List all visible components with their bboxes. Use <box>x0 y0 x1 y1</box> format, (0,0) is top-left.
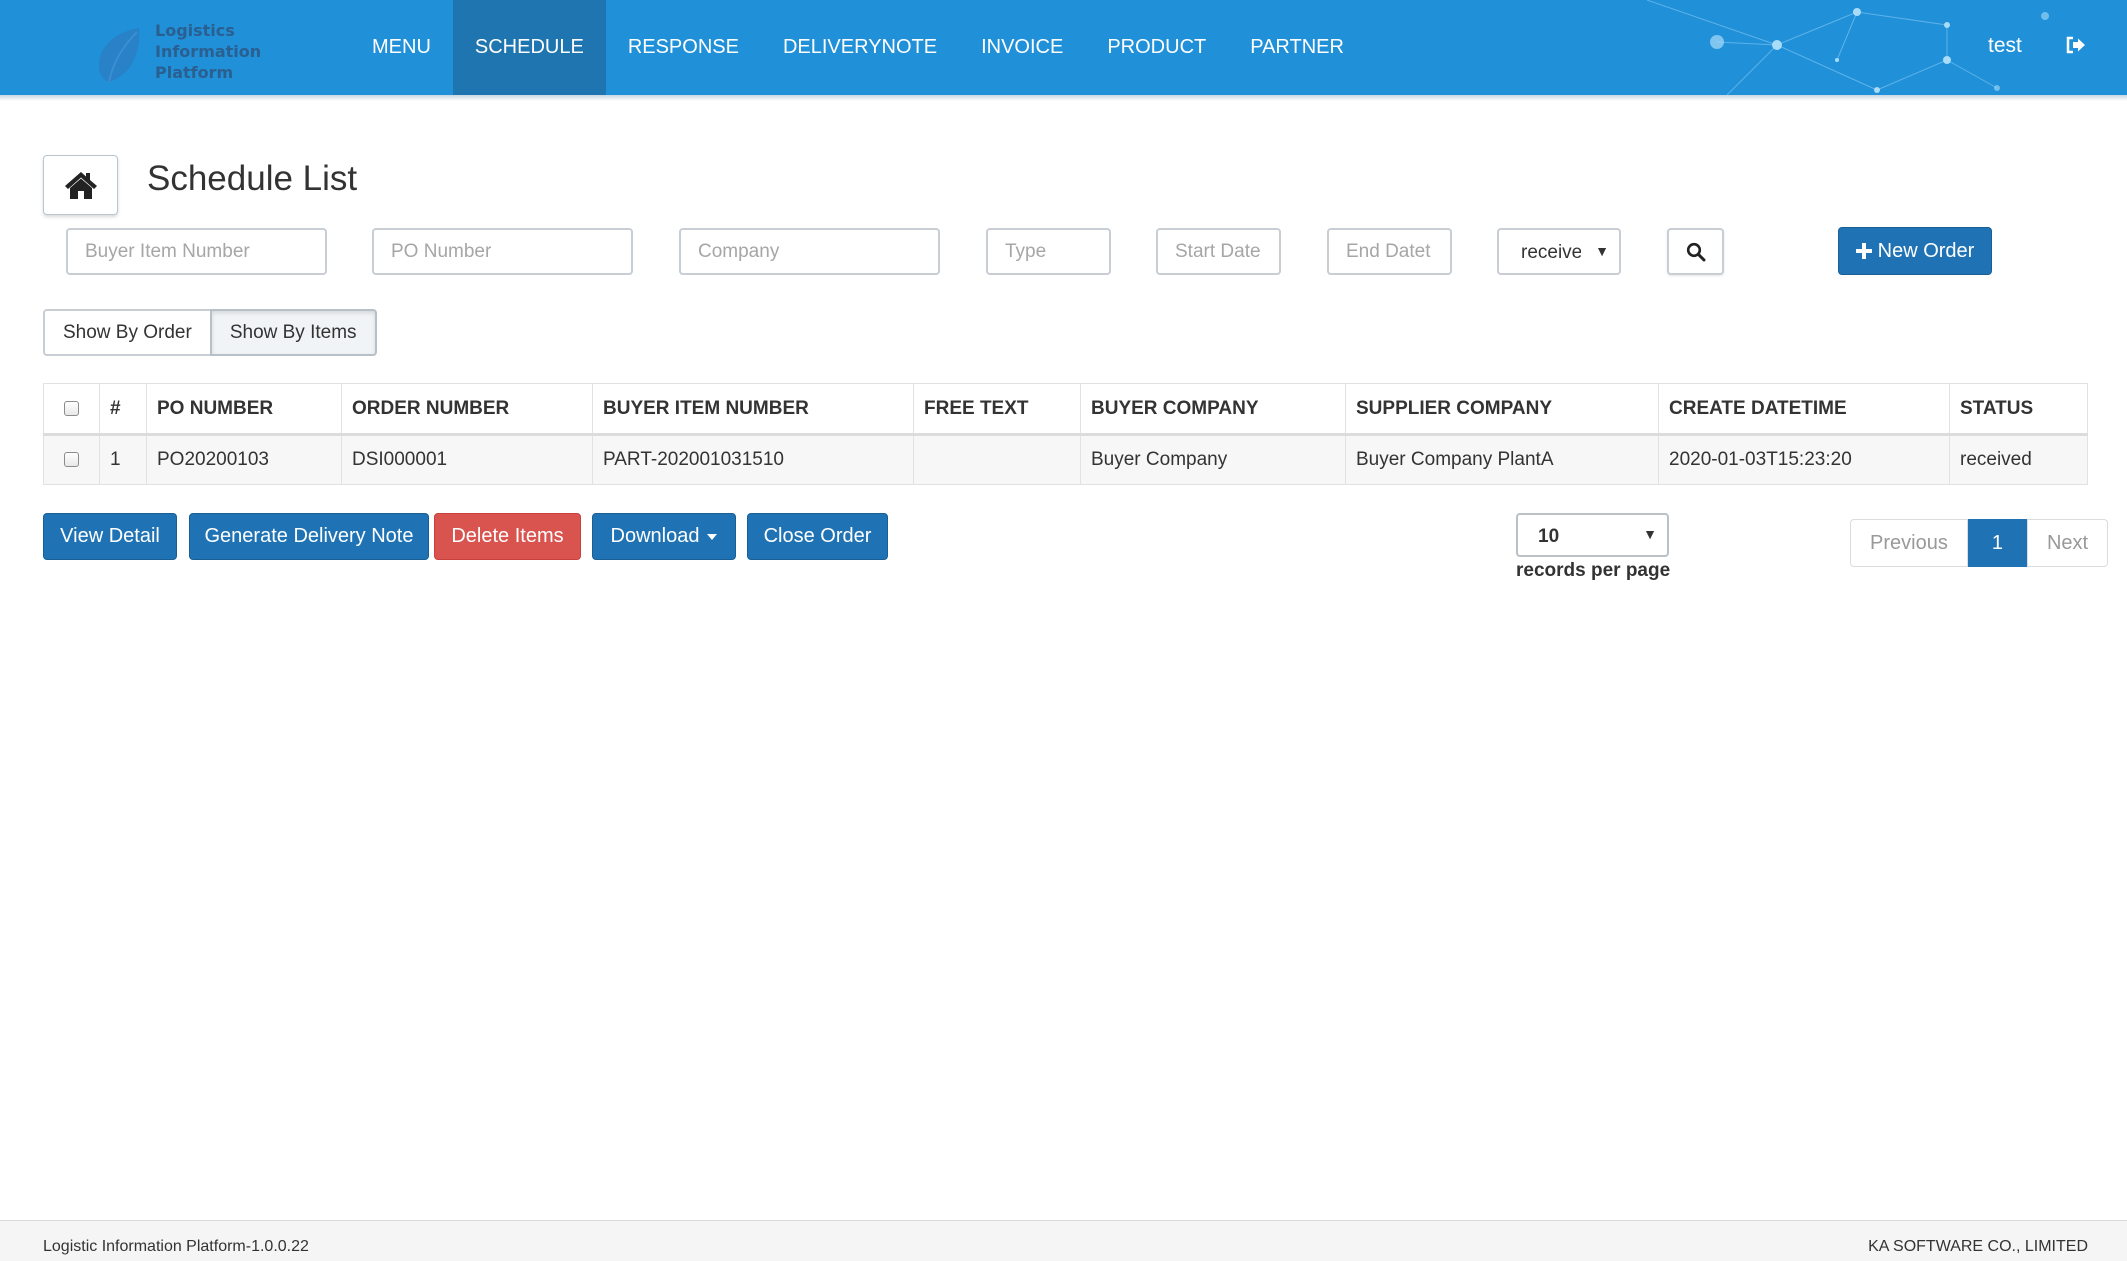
top-navbar: Logistics Information Platform MENU SCHE… <box>0 0 2127 95</box>
records-per-page-value: 10 <box>1538 526 1560 547</box>
download-label: Download <box>610 525 700 547</box>
nav-item-menu[interactable]: MENU <box>350 0 453 95</box>
sign-out-icon[interactable] <box>2066 36 2086 54</box>
next-page-button[interactable]: Next <box>2026 519 2109 567</box>
footer-version: Logistic Information Platform-1.0.0.22 <box>43 1238 309 1255</box>
caret-down-icon: ▼ <box>1595 243 1609 259</box>
home-button[interactable] <box>43 155 118 215</box>
records-per-page-label: records per page <box>1516 560 1671 581</box>
row-select-cell <box>43 434 100 485</box>
column-header[interactable]: # <box>99 383 147 436</box>
leaf-logo-icon <box>99 28 140 83</box>
select-all-cell <box>43 383 100 436</box>
end-date-input[interactable] <box>1327 228 1452 275</box>
table-cell: PART-202001031510 <box>592 434 914 485</box>
table-cell: received <box>1949 434 2088 485</box>
logo-line: Logistics <box>155 21 235 40</box>
column-header[interactable]: ORDER NUMBER <box>341 383 593 436</box>
type-input[interactable] <box>986 228 1111 275</box>
page-title: Schedule List <box>147 159 358 198</box>
table-cell: DSI000001 <box>341 434 593 485</box>
new-order-label: New Order <box>1877 239 1975 262</box>
table-header-row: # PO NUMBER ORDER NUMBER BUYER ITEM NUMB… <box>43 383 2088 436</box>
footer: Logistic Information Platform-1.0.0.22 K… <box>0 1220 2127 1261</box>
table-cell: Buyer Company <box>1080 434 1346 485</box>
new-order-button[interactable]: New Order <box>1838 227 1992 275</box>
view-toggle: Show By Order Show By Items <box>43 309 377 356</box>
nav-item-deliverynote[interactable]: DELIVERYNOTE <box>761 0 959 95</box>
column-header[interactable]: CREATE DATETIME <box>1658 383 1950 436</box>
search-icon <box>1686 242 1705 261</box>
network-decoration <box>1646 0 2049 95</box>
table-cell: 2020-01-03T15:23:20 <box>1658 434 1950 485</box>
table-row[interactable]: 1 PO20200103 DSI000001 PART-202001031510… <box>43 434 2088 485</box>
start-date-input[interactable] <box>1156 228 1281 275</box>
navbar-shadow <box>0 95 2127 101</box>
logo-line: Information <box>155 42 262 61</box>
po-number-input[interactable] <box>372 228 633 275</box>
select-all-checkbox[interactable] <box>64 400 79 416</box>
footer-company: KA SOFTWARE CO., LIMITED <box>1868 1238 2088 1255</box>
records-per-page-select[interactable]: 10 ▼ <box>1516 513 1669 557</box>
nav-item-schedule[interactable]: SCHEDULE <box>452 0 606 95</box>
company-input[interactable] <box>679 228 940 275</box>
column-header[interactable]: BUYER COMPANY <box>1080 383 1346 436</box>
table-cell <box>913 434 1081 485</box>
nav-item-partner[interactable]: PARTNER <box>1228 0 1366 95</box>
plus-icon <box>1855 243 1872 259</box>
show-by-order-button[interactable]: Show By Order <box>43 309 212 356</box>
column-header[interactable]: SUPPLIER COMPANY <box>1345 383 1659 436</box>
main-nav: MENU SCHEDULE RESPONSE DELIVERYNOTE INVO… <box>350 0 1366 95</box>
download-button[interactable]: Download <box>592 513 736 560</box>
nav-item-product[interactable]: PRODUCT <box>1085 0 1228 95</box>
show-by-items-button[interactable]: Show By Items <box>209 309 377 356</box>
previous-page-button[interactable]: Previous <box>1850 519 1968 567</box>
column-header[interactable]: BUYER ITEM NUMBER <box>592 383 914 436</box>
column-header[interactable]: PO NUMBER <box>146 383 342 436</box>
view-detail-button[interactable]: View Detail <box>43 513 177 560</box>
user-name[interactable]: test <box>1988 34 2022 58</box>
schedule-table: # PO NUMBER ORDER NUMBER BUYER ITEM NUMB… <box>43 383 2088 485</box>
pagination: Previous 1 Next <box>1850 519 2109 567</box>
buyer-item-number-input[interactable] <box>66 228 327 275</box>
row-checkbox[interactable] <box>64 452 79 468</box>
generate-delivery-note-button[interactable]: Generate Delivery Note <box>189 513 429 560</box>
logo-text: Logistics Information Platform <box>155 20 261 83</box>
status-select-value: received <box>1521 242 1581 263</box>
column-header[interactable]: FREE TEXT <box>913 383 1081 436</box>
table-cell: 1 <box>99 434 147 485</box>
logo[interactable]: Logistics Information Platform <box>95 20 275 83</box>
nav-item-invoice[interactable]: INVOICE <box>959 0 1085 95</box>
table-cell: Buyer Company PlantA <box>1345 434 1659 485</box>
status-select[interactable]: received ▼ <box>1497 228 1621 275</box>
page-1-button[interactable]: 1 <box>1967 519 2027 567</box>
search-button[interactable] <box>1667 228 1724 275</box>
caret-down-icon <box>707 533 718 540</box>
delete-items-button[interactable]: Delete Items <box>434 513 581 560</box>
close-order-button[interactable]: Close Order <box>747 513 888 560</box>
home-icon <box>64 172 97 199</box>
nav-item-response[interactable]: RESPONSE <box>606 0 761 95</box>
logo-line: Platform <box>155 63 234 82</box>
table-cell: PO20200103 <box>146 434 342 485</box>
column-header[interactable]: STATUS <box>1949 383 2088 436</box>
caret-down-icon: ▼ <box>1643 526 1657 542</box>
